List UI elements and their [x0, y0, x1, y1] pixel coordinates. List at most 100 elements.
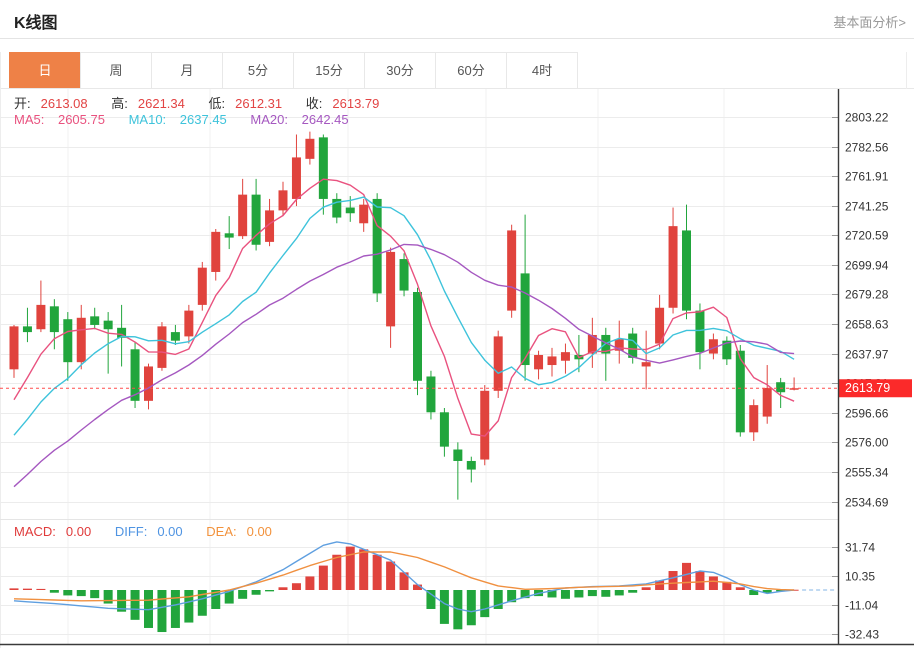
candle — [225, 233, 234, 237]
candle — [763, 388, 772, 417]
price-axis-label: 2555.34 — [845, 466, 889, 480]
ma20-value: 2642.45 — [302, 112, 349, 127]
candle — [507, 230, 516, 310]
low-value: 2612.31 — [235, 96, 282, 111]
macd-bar — [426, 590, 435, 609]
macd-bar — [359, 549, 368, 590]
close-value: 2613.79 — [332, 96, 379, 111]
macd-bar — [588, 590, 597, 596]
high-label: 高: — [111, 96, 128, 111]
candle — [36, 305, 45, 329]
price-axis-label: 2596.66 — [845, 407, 889, 421]
ma5-value: 2605.75 — [58, 112, 105, 127]
macd-bar — [467, 590, 476, 625]
candle — [776, 382, 785, 392]
macd-bar — [279, 587, 288, 590]
candle — [10, 326, 19, 369]
macd-bar — [480, 590, 489, 617]
price-axis-label: 2803.22 — [845, 111, 889, 125]
price-axis-label: 2534.69 — [845, 496, 889, 510]
candle — [521, 273, 530, 365]
close-label: 收: — [306, 96, 323, 111]
macd-bar — [695, 571, 704, 590]
candle — [346, 208, 355, 214]
macd-bar — [50, 590, 59, 593]
macd-bar — [36, 589, 45, 590]
current-price-tag-text: 2613.79 — [845, 381, 890, 395]
low-label: 低: — [209, 96, 226, 111]
macd-axis-label: 31.74 — [845, 541, 875, 555]
price-axis-label: 2782.56 — [845, 141, 889, 155]
macd-bar — [238, 590, 247, 599]
candle — [104, 321, 113, 330]
candle — [386, 252, 395, 326]
macd-bar — [615, 590, 624, 595]
price-axis-label: 2576.00 — [845, 436, 889, 450]
candle — [252, 195, 261, 245]
candle — [561, 352, 570, 361]
candle — [749, 405, 758, 432]
ma10-value: 2637.45 — [180, 112, 227, 127]
macd-bar — [157, 590, 166, 632]
macd-bar — [23, 589, 32, 590]
macd-bar — [252, 590, 261, 595]
candle — [184, 311, 193, 337]
candle — [695, 311, 704, 353]
macd-bar — [305, 576, 314, 590]
candle — [211, 232, 220, 272]
candle — [292, 157, 301, 199]
candle — [171, 332, 180, 341]
candle — [90, 316, 99, 325]
macd-bar — [292, 583, 301, 590]
candle — [157, 326, 166, 368]
macd-bar — [601, 590, 610, 597]
candle — [279, 190, 288, 210]
macd-bar — [682, 563, 691, 590]
candle — [198, 268, 207, 305]
candle — [400, 259, 409, 291]
macd-value: 0.00 — [66, 524, 91, 539]
ma10-label: MA10: — [129, 112, 167, 127]
candle — [548, 356, 557, 365]
macd-bar — [574, 590, 583, 597]
macd-bar — [10, 588, 19, 590]
macd-bar — [642, 587, 651, 590]
candle — [23, 326, 32, 332]
price-axis-label: 2720.59 — [845, 229, 889, 243]
dea-label: DEA: — [206, 524, 236, 539]
macd-bar — [736, 587, 745, 590]
open-value: 2613.08 — [41, 96, 88, 111]
candle — [467, 461, 476, 470]
macd-bar — [77, 590, 86, 596]
price-axis-label: 2637.97 — [845, 348, 889, 362]
macd-bar — [171, 590, 180, 628]
macd-bar — [319, 566, 328, 590]
kline-page: K线图 基本面分析> 日周月5分15分30分60分4时 2803.222782.… — [0, 0, 914, 648]
open-label: 开: — [14, 96, 31, 111]
ma5-label: MA5: — [14, 112, 44, 127]
candle — [669, 226, 678, 308]
candle — [77, 318, 86, 362]
macd-bar — [184, 590, 193, 623]
candle — [494, 336, 503, 390]
candle — [534, 355, 543, 369]
candle — [50, 306, 59, 332]
macd-bar — [373, 555, 382, 590]
macd-histogram — [10, 547, 799, 632]
macd-bar — [265, 590, 274, 591]
macd-bar — [669, 571, 678, 590]
macd-bar — [104, 590, 113, 604]
price-axis-label: 2741.25 — [845, 200, 889, 214]
macd-bar — [386, 562, 395, 590]
macd-legend: MACD:0.00 DIFF:0.00 DEA:0.00 — [14, 524, 292, 539]
macd-bar — [63, 590, 72, 595]
diff-value: 0.00 — [157, 524, 182, 539]
candle — [63, 319, 72, 362]
candle — [144, 366, 153, 400]
macd-bar — [346, 547, 355, 590]
price-axis-label: 2699.94 — [845, 259, 889, 273]
candle — [642, 362, 651, 366]
macd-bar — [332, 555, 341, 590]
candle — [359, 205, 368, 224]
macd-label: MACD: — [14, 524, 56, 539]
